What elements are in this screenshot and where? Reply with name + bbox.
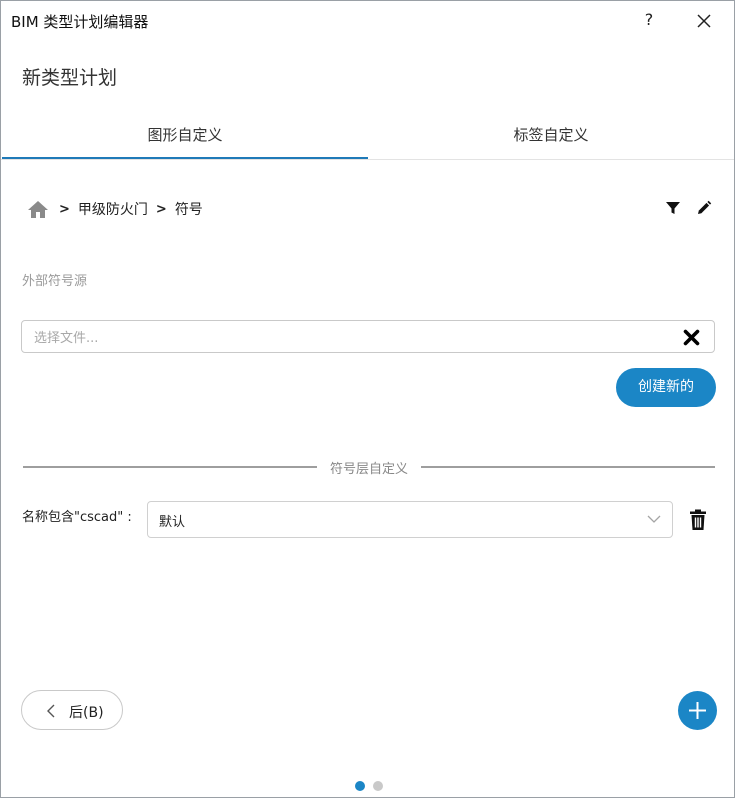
breadcrumb-separator: >: [59, 201, 70, 217]
trash-icon[interactable]: [689, 509, 707, 531]
layer-style-select[interactable]: 默认: [147, 501, 673, 538]
title-bar: BIM 类型计划编辑器 ?: [1, 1, 734, 39]
home-icon[interactable]: [27, 199, 49, 219]
tab-label-customization[interactable]: 标签自定义: [368, 113, 734, 159]
page-dot-2[interactable]: [373, 781, 383, 791]
close-button[interactable]: [693, 10, 715, 32]
layer-style-value: 默认: [159, 515, 186, 530]
pencil-icon[interactable]: [696, 200, 712, 216]
symbol-layer-section-title: 符号层自定义: [329, 462, 408, 477]
page-dot-1[interactable]: [355, 781, 365, 791]
divider-line-left: [23, 466, 317, 468]
breadcrumb-item-symbol[interactable]: 符号: [175, 199, 203, 219]
create-new-button[interactable]: 创建新的: [616, 368, 716, 407]
plus-icon: [689, 702, 706, 719]
chevron-down-icon: [647, 515, 661, 523]
filter-icon[interactable]: [665, 200, 681, 216]
breadcrumb-item-door[interactable]: 甲级防火门: [78, 199, 148, 219]
back-button[interactable]: 后(B): [21, 690, 123, 730]
file-picker-field: [21, 320, 715, 353]
page-title: 新类型计划: [22, 67, 118, 89]
window-title: BIM 类型计划编辑器: [11, 13, 149, 31]
file-path-input[interactable]: [32, 325, 656, 351]
help-button[interactable]: ?: [639, 9, 659, 31]
tab-bar: 图形自定义 标签自定义: [1, 113, 734, 160]
breadcrumb-separator: >: [155, 201, 167, 217]
close-icon: [697, 14, 711, 28]
external-source-label: 外部符号源: [22, 274, 88, 289]
tab-graphic-customization[interactable]: 图形自定义: [2, 113, 368, 159]
layer-name-label: 名称包含"cscad" :: [22, 510, 132, 525]
add-button[interactable]: [678, 691, 717, 730]
breadcrumb: > 甲级防火门 > 符号: [27, 197, 211, 221]
chevron-left-icon: [47, 704, 55, 718]
back-button-label: 后(B): [69, 705, 104, 721]
editor-window: BIM 类型计划编辑器 ? 新类型计划 图形自定义 标签自定义 > 甲级防火门 …: [0, 0, 735, 798]
x-icon[interactable]: [683, 329, 700, 346]
page-indicator: [355, 781, 383, 791]
divider-line-right: [421, 466, 715, 468]
